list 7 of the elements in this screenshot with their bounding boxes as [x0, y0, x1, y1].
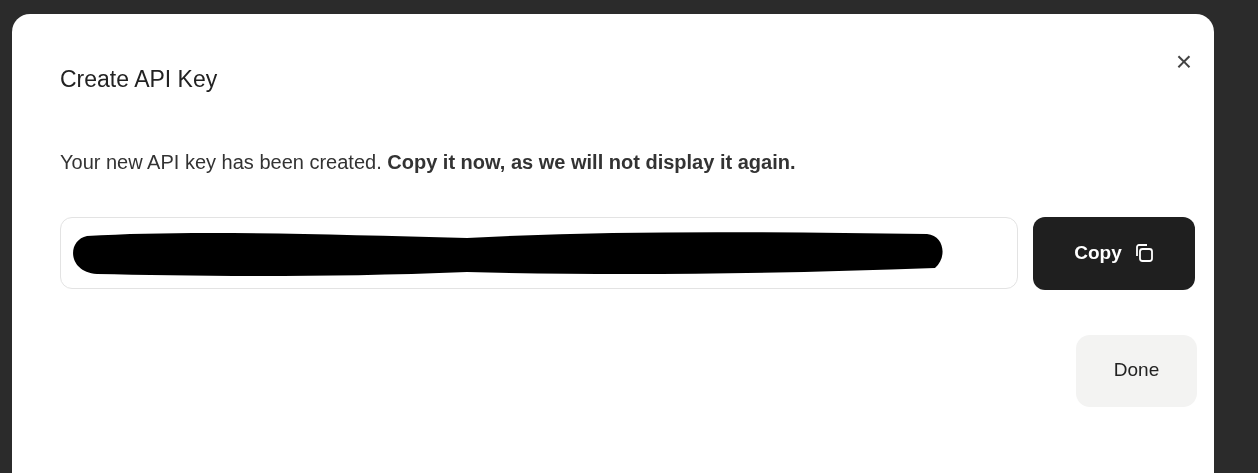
- done-button[interactable]: Done: [1076, 334, 1197, 407]
- copy-icon: [1133, 243, 1154, 263]
- dialog-message: Your new API key has been created. Copy it now, as we will not display it again.: [60, 149, 796, 175]
- api-key-field[interactable]: [60, 217, 1018, 289]
- close-button[interactable]: ×: [1166, 44, 1202, 80]
- copy-button[interactable]: Copy: [1033, 216, 1195, 290]
- dialog-title: Create API Key: [60, 65, 218, 94]
